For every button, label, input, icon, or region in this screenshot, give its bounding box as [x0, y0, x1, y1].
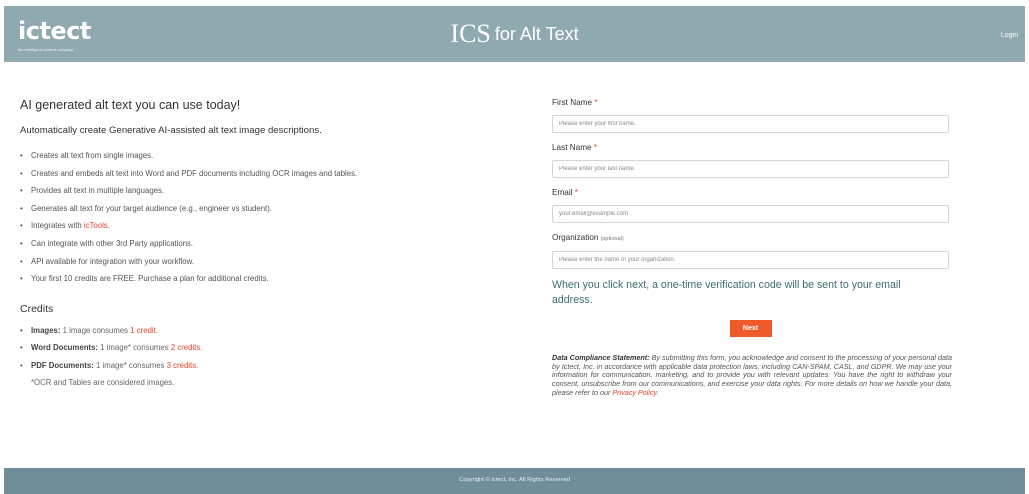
organization-input[interactable]: [552, 251, 949, 269]
first-name-input[interactable]: [552, 115, 949, 133]
compliance-end: .: [656, 387, 659, 397]
integrates-suffix: .: [107, 221, 110, 231]
credits-list: Images: 1 image consumes 1 credit. Word …: [20, 322, 490, 392]
verification-notice: When you click next, a one-time verifica…: [552, 279, 901, 306]
credit-text: 1 image* consumes: [98, 343, 171, 353]
app-title-ics: ICS: [450, 19, 491, 48]
required-marker: *: [593, 143, 598, 152]
feature-item: Generates alt text for your target audie…: [20, 200, 490, 218]
organization-label-text: Organization: [552, 233, 599, 242]
privacy-policy-link[interactable]: Privacy Policy: [612, 388, 656, 397]
next-button-wrap: Next: [552, 317, 949, 337]
first-name-label: First Name *: [552, 97, 949, 109]
logo-tagline: the intelligent content company: [18, 47, 74, 52]
signup-form: First Name * Last Name * Email * Organiz…: [552, 97, 952, 398]
last-name-label: Last Name *: [552, 142, 949, 154]
feature-item-integrates: Integrates with icTools.: [20, 217, 490, 235]
credit-amount-link[interactable]: 3 credits.: [167, 361, 199, 370]
feature-item: API available for integration with your …: [20, 253, 490, 271]
credit-label: PDF Documents:: [31, 360, 94, 370]
login-link[interactable]: Login: [1001, 32, 1018, 39]
credit-label: Images:: [31, 325, 61, 335]
intro-heading: AI generated alt text you can use today!: [20, 98, 241, 112]
integrates-prefix: Integrates with: [31, 221, 84, 231]
data-compliance-statement: Data Compliance Statement: By submitting…: [552, 353, 952, 398]
first-name-label-text: First Name: [552, 98, 593, 107]
credit-item-word: Word Documents: 1 image* consumes 2 cred…: [20, 339, 490, 357]
page-footer: Copyright © Ictect, Inc. All Rights Rese…: [4, 468, 1025, 494]
last-name-label-text: Last Name: [552, 143, 592, 152]
next-button[interactable]: Next: [729, 320, 772, 337]
feature-list: Creates alt text from single images. Cre…: [20, 147, 490, 288]
feature-item: Your first 10 credits are FREE. Purchase…: [20, 270, 490, 288]
credit-text: 1 image* consumes: [93, 360, 167, 370]
email-label: Email *: [552, 187, 949, 199]
feature-item: Creates and embeds alt text into Word an…: [20, 165, 490, 183]
credit-item-images: Images: 1 image consumes 1 credit.: [20, 322, 490, 340]
required-marker: *: [574, 188, 578, 197]
credits-note: *OCR and Tables are considered images.: [31, 378, 175, 388]
credit-label: Word Documents:: [31, 343, 98, 353]
optional-marker: (optional): [600, 236, 624, 242]
last-name-input[interactable]: [552, 160, 949, 178]
feature-item: Can integrate with other 3rd Party appli…: [20, 235, 490, 253]
credit-amount-link[interactable]: 1 credit.: [130, 326, 158, 335]
intro-subheading: Automatically create Generative AI-assis…: [20, 125, 322, 136]
copyright-text: Copyright © Ictect, Inc. All Rights Rese…: [459, 477, 570, 483]
app-title: ICS for Alt Text: [4, 19, 1025, 48]
credit-item-pdf: PDF Documents: 1 image* consumes 3 credi…: [20, 357, 490, 375]
feature-item: Creates alt text from single images.: [20, 147, 490, 165]
credit-text: 1 image consumes: [60, 325, 131, 335]
intro-section: AI generated alt text you can use today!…: [20, 97, 490, 392]
app-title-rest: for Alt Text: [494, 24, 579, 44]
top-header: ictect the intelligent content company I…: [4, 6, 1025, 62]
required-marker: *: [594, 98, 598, 107]
feature-item: Provides alt text in multiple languages.: [20, 182, 490, 200]
organization-label: Organization (optional): [552, 232, 949, 245]
email-input[interactable]: [552, 205, 949, 223]
credit-amount-link[interactable]: 2 credits.: [171, 343, 203, 352]
email-label-text: Email: [552, 188, 573, 197]
ictools-link[interactable]: icTools: [84, 221, 108, 230]
compliance-title: Data Compliance Statement:: [552, 353, 650, 362]
credits-heading: Credits: [20, 302, 54, 315]
